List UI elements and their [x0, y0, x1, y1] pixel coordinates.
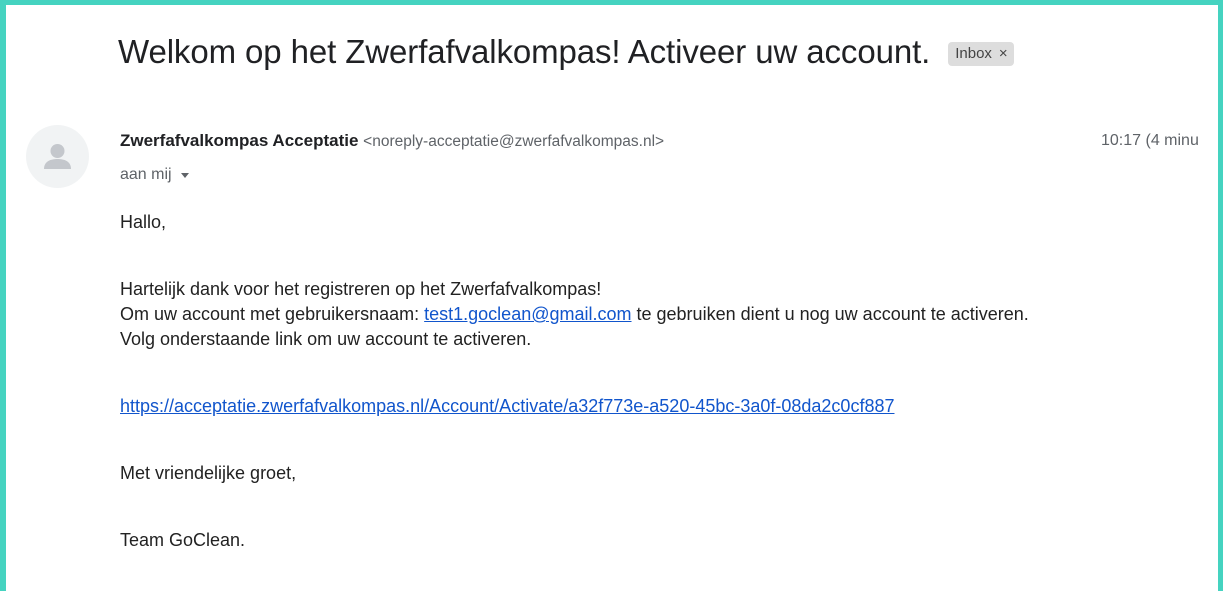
- sender-avatar[interactable]: [26, 125, 89, 188]
- inbox-label-chip[interactable]: Inbox ×: [948, 42, 1014, 66]
- email-view: Welkom op het Zwerfafvalkompas! Activeer…: [0, 0, 1223, 591]
- default-person-icon: [44, 144, 71, 169]
- body-line-thanks: Hartelijk dank voor het registreren op h…: [120, 279, 602, 299]
- sender-email: <noreply-acceptatie@zwerfafvalkompas.nl>: [363, 133, 665, 150]
- sender-row: Zwerfafvalkompas Acceptatie <noreply-acc…: [120, 131, 664, 151]
- email-timestamp[interactable]: 10:17 (4 minu: [1101, 132, 1199, 150]
- username-email-link[interactable]: test1.goclean@gmail.com: [424, 304, 631, 324]
- activation-link[interactable]: https://acceptatie.zwerfafvalkompas.nl/A…: [120, 396, 894, 416]
- recipient-details-toggle[interactable]: aan mij: [120, 166, 189, 184]
- signature: Team GoClean.: [120, 530, 246, 550]
- activation-line: https://acceptatie.zwerfafvalkompas.nl/A…: [120, 394, 1029, 419]
- greeting: Hallo,: [120, 212, 167, 232]
- username-prefix: Om uw account met gebruikersnaam:: [120, 304, 425, 324]
- remove-label-icon[interactable]: ×: [999, 45, 1008, 62]
- username-suffix: te gebruiken dient u nog uw account te a…: [631, 304, 1029, 324]
- body-line-instruction: Volg onderstaande link om uw account te …: [120, 329, 532, 349]
- inbox-label-text: Inbox: [955, 45, 992, 62]
- email-subject: Welkom op het Zwerfafvalkompas! Activeer…: [118, 33, 931, 70]
- chevron-down-icon[interactable]: [180, 172, 189, 178]
- closing: Met vriendelijke groet,: [120, 463, 297, 483]
- subject-row: Welkom op het Zwerfafvalkompas! Activeer…: [118, 33, 1014, 71]
- recipient-text: aan mij: [120, 166, 172, 183]
- body-line-username: Om uw account met gebruikersnaam: test1.…: [120, 302, 1029, 327]
- sender-name[interactable]: Zwerfafvalkompas Acceptatie: [120, 131, 358, 150]
- email-body: Hallo, Hartelijk dank voor het registrer…: [120, 210, 1029, 553]
